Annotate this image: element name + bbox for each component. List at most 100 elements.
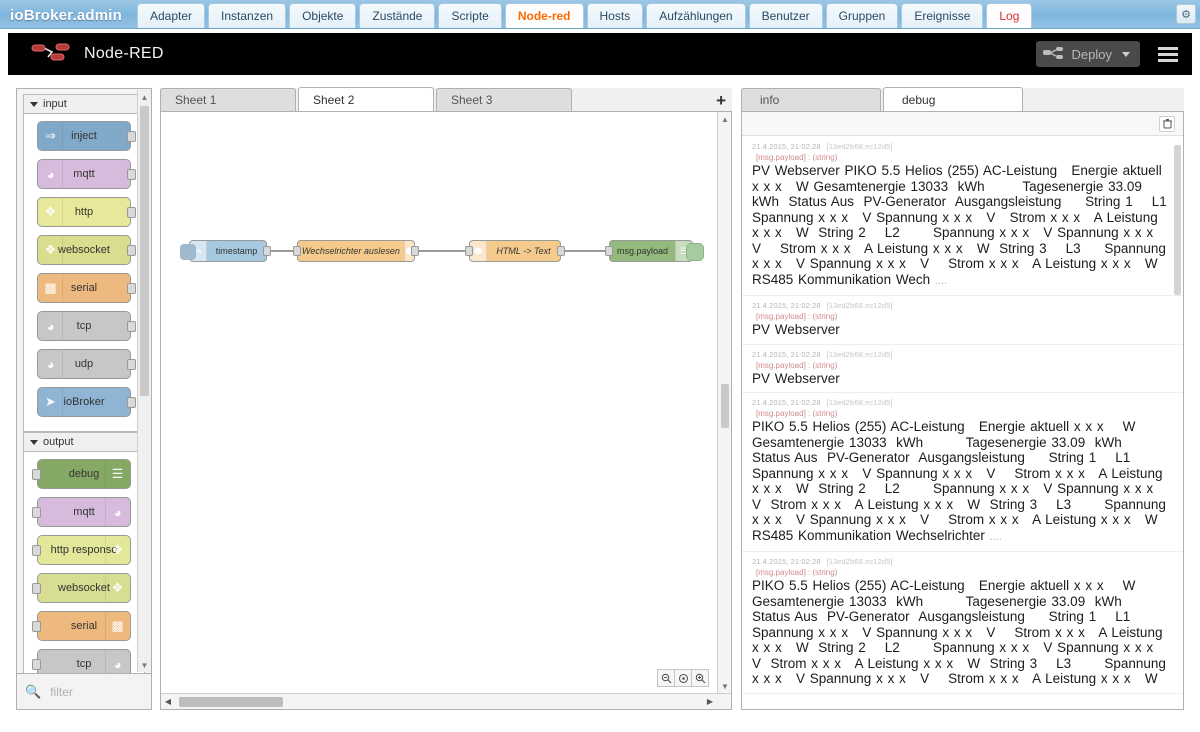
canvas-vertical-scrollbar[interactable]: ▲ ▼ [717,112,731,693]
palette-category-output[interactable]: output [23,432,145,452]
hamburger-menu-icon[interactable] [1158,44,1178,65]
palette-node-input-inject[interactable]: ⇒ inject [37,121,136,151]
debug-scroll-thumb[interactable] [1174,145,1181,295]
palette-node-input-websocket[interactable]: ❖ websocket [37,235,136,265]
debug-message[interactable]: 21.4.2015, 21:02:28 [13ed2b68.ec12d5] [msg… [742,137,1183,296]
palette-node-input-tcp[interactable]: ◕ tcp [37,311,136,341]
palette-node-input-mqtt[interactable]: ◕ mqtt [37,159,136,189]
node-selected-handle[interactable] [686,243,704,261]
debug-message[interactable]: 21.4.2015, 21:02:28 [13ed2b68.ec12d5] [msg… [742,552,1183,694]
palette-node-output-websocket[interactable]: ❖ websocket [32,573,131,603]
iobroker-tab-instanzen[interactable]: Instanzen [208,3,287,28]
iobroker-tab-adapter[interactable]: Adapter [137,3,206,28]
deploy-button[interactable]: Deploy [1035,41,1140,67]
node-input-port[interactable] [32,507,41,518]
flow-node-timestamp[interactable]: ⇒ timestamp [180,240,271,262]
debug-message-list[interactable]: 21.4.2015, 21:02:28 [13ed2b68.ec12d5] [msg… [742,137,1183,709]
caret-up-icon[interactable]: ▲ [718,112,731,126]
node-output-port[interactable] [263,246,271,256]
canvas-hscroll-thumb[interactable] [179,697,283,707]
sheet-tab-3[interactable]: Sheet 3 [436,88,572,111]
debug-node-id[interactable]: [13ed2b68.ec12d5] [827,398,893,407]
iobroker-tab-aufz-hlungen[interactable]: Aufzählungen [646,3,746,28]
palette-node-output-http-response[interactable]: ❖ http response [32,535,131,565]
flow-wire[interactable] [419,250,465,252]
zoom-out-icon[interactable] [657,669,675,687]
caret-down-icon[interactable]: ▼ [138,658,151,672]
node-input-port[interactable] [465,246,473,256]
node-output-port[interactable] [127,245,136,256]
palette-node-output-mqtt[interactable]: ◕ mqtt [32,497,131,527]
palette-node-input-iobroker[interactable]: ➤ ioBroker [37,387,136,417]
zoom-reset-icon[interactable] [674,669,692,687]
sidebar-tab-info[interactable]: info [741,88,881,111]
caret-down-icon[interactable]: ▼ [718,679,731,693]
caret-up-icon[interactable]: ▲ [138,90,151,104]
node-output-port[interactable] [127,131,136,142]
palette-node-input-udp[interactable]: ◕ udp [37,349,136,379]
caret-right-icon[interactable]: ▶ [703,694,717,709]
flow-node-html-text[interactable]: ⬢ HTML -> Text [465,240,565,262]
palette-node-output-tcp[interactable]: ◕ tcp [32,649,131,673]
palette-node-input-http[interactable]: ❖ http [37,197,136,227]
iobroker-tab-ereignisse[interactable]: Ereignisse [901,3,984,28]
iobroker-tab-zust-nde[interactable]: Zustände [359,3,436,28]
node-input-port[interactable] [32,469,41,480]
node-output-port[interactable] [557,246,565,256]
sidebar-tab-debug[interactable]: debug [883,87,1023,111]
gear-icon[interactable]: ⚙ [1176,4,1196,24]
flow-wire[interactable] [565,250,605,252]
flow-wire[interactable] [271,250,293,252]
trash-icon[interactable] [1159,115,1175,132]
iobroker-tab-objekte[interactable]: Objekte [289,3,357,28]
node-output-port[interactable] [127,207,136,218]
flow-node-wechselrichter-auslesen[interactable]: Wechselrichter auslesen ⬢ [293,240,419,262]
debug-node-id[interactable]: [13ed2b68.ec12d5] [827,142,893,151]
iobroker-tab-scripte[interactable]: Scripte [438,3,502,28]
flow-canvas[interactable]: ⇒ timestamp Wechselrichter auslesen ⬢ ⬢ HTML … [160,112,732,710]
node-output-port[interactable] [127,397,136,408]
debug-message[interactable]: 21.4.2015, 21:02:28 [13ed2b68.ec12d5] [msg… [742,345,1183,393]
node-input-port[interactable] [32,545,41,556]
iobroker-tab-benutzer[interactable]: Benutzer [748,3,823,28]
node-output-port[interactable] [127,283,136,294]
palette-node-output-serial[interactable]: ▩ serial [32,611,131,641]
node-input-port[interactable] [605,246,613,256]
debug-node-id[interactable]: [13ed2b68.ec12d5] [827,557,893,566]
iobroker-tab-gruppen[interactable]: Gruppen [825,3,899,28]
debug-message[interactable]: 21.4.2015, 21:02:28 [13ed2b68.ec12d5] [msg… [742,393,1183,552]
plus-icon[interactable]: + [716,92,726,109]
canvas-horizontal-scrollbar[interactable]: ◀ ▶ [161,693,731,709]
palette-scroll-thumb[interactable] [140,106,149,396]
debug-message[interactable]: 21.4.2015, 21:02:28 [13ed2b68.ec12d5] [msg… [742,296,1183,345]
sheet-tab-2[interactable]: Sheet 2 [298,87,434,111]
debug-truncation-indicator[interactable]: .... [990,531,1002,543]
node-output-port[interactable] [127,321,136,332]
zoom-in-icon[interactable] [691,669,709,687]
iobroker-tab-node-red[interactable]: Node-red [504,3,584,28]
palette-node-input-serial[interactable]: ▩ serial [37,273,136,303]
palette-filter-input[interactable] [48,683,141,700]
node-output-port[interactable] [127,359,136,370]
iobroker-tab-log[interactable]: Log [986,3,1033,28]
palette-category-input[interactable]: input [23,94,145,114]
palette-node-output-debug[interactable]: ☰ debug [32,459,131,489]
node-input-port[interactable] [32,621,41,632]
caret-left-icon[interactable]: ◀ [161,694,175,709]
debug-scrollbar[interactable] [1173,137,1182,708]
chevron-down-icon[interactable] [1122,51,1130,57]
palette-scrollbar[interactable]: ▲ ▼ [137,90,151,672]
canvas-vscroll-thumb[interactable] [721,384,729,428]
debug-node-id[interactable]: [13ed2b68.ec12d5] [827,301,893,310]
flow-canvas-grid[interactable]: ⇒ timestamp Wechselrichter auslesen ⬢ ⬢ HTML … [169,112,717,693]
node-input-port[interactable] [293,246,301,256]
node-output-port[interactable] [411,246,419,256]
flow-node-msg-payload[interactable]: msg.payload ☰ [605,240,704,262]
node-input-port[interactable] [32,659,41,670]
node-input-port[interactable] [32,583,41,594]
sheet-tab-1[interactable]: Sheet 1 [160,88,296,111]
debug-truncation-indicator[interactable]: .... [935,275,947,287]
node-output-port[interactable] [127,169,136,180]
debug-node-id[interactable]: [13ed2b68.ec12d5] [827,350,893,359]
iobroker-tab-hosts[interactable]: Hosts [586,3,644,28]
